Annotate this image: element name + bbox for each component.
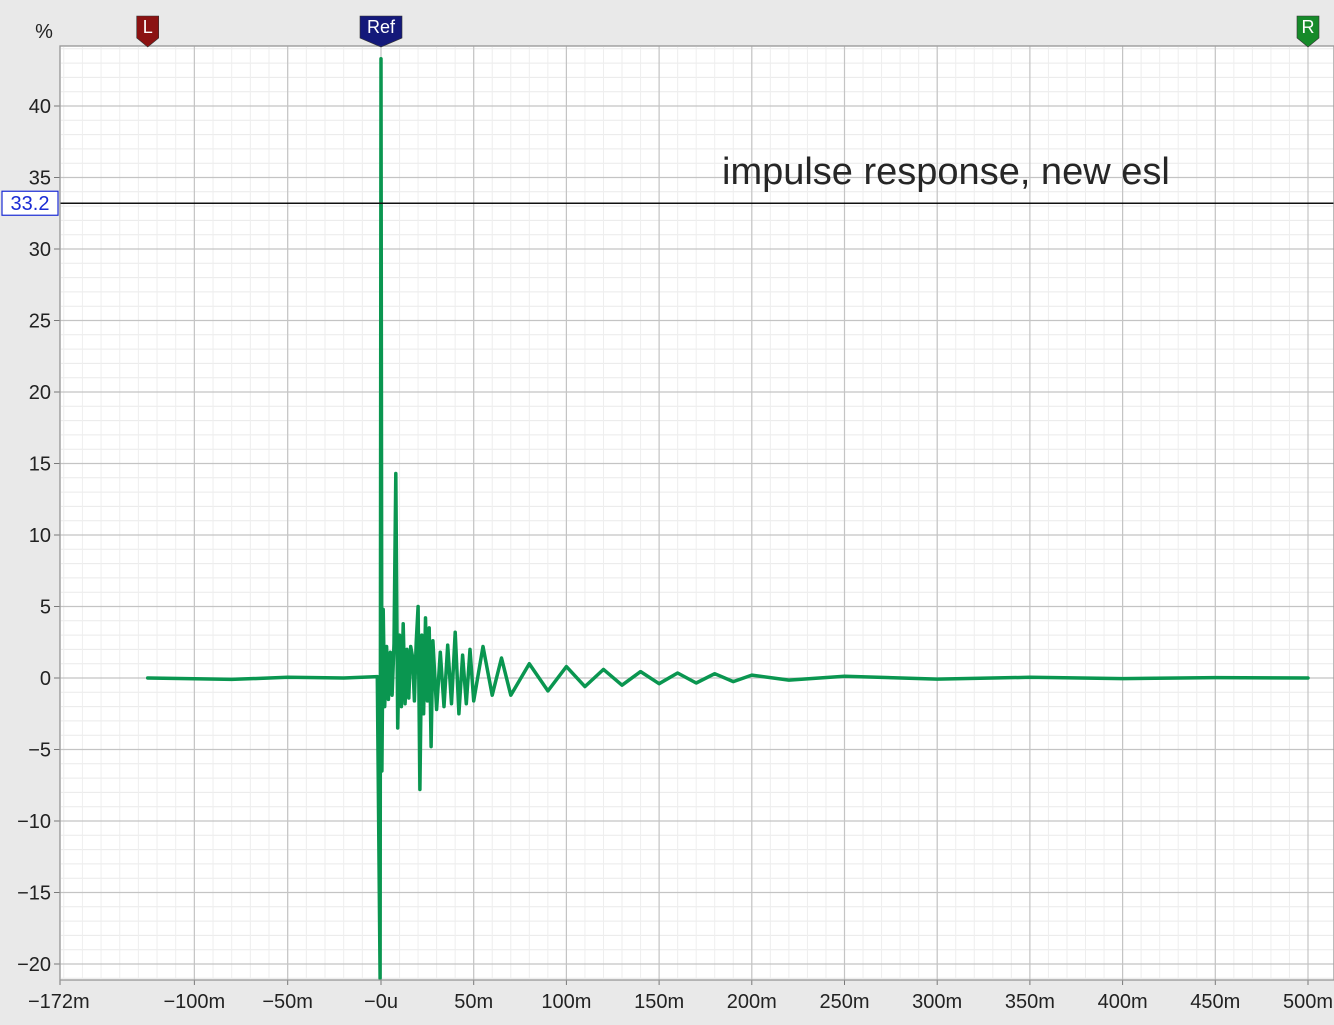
chart-canvas: 33.2 40 35 30 25 20 15 10 5 0 −5 −10 −15 −20 −172m −10… (0, 0, 1334, 1020)
y-tick-label: −5 (28, 740, 51, 762)
y-tick-label: 30 (29, 239, 51, 261)
chart-title: impulse response, new esl (722, 151, 1170, 193)
y-tick-label: 35 (29, 168, 51, 190)
x-tick-label: −0u (364, 991, 398, 1013)
x-tick-label: 100m (541, 991, 591, 1013)
x-tick-label: 400m (1098, 991, 1148, 1013)
y-tick-label: 40 (29, 96, 51, 118)
x-tick-label: 50m (454, 991, 493, 1013)
marker-right-label: R (1302, 17, 1315, 37)
x-tick-label: 200m (727, 991, 777, 1013)
x-tick-label: −100m (164, 991, 226, 1013)
marker-left-label: L (143, 17, 153, 37)
impulse-response-chart: 33.2 40 35 30 25 20 15 10 5 0 −5 −10 −15 −20 −172m −10… (0, 0, 1334, 1020)
y-tick-label: −20 (17, 954, 51, 976)
cursor-value-label: 33.2 (11, 193, 50, 215)
y-tick-label: 15 (29, 454, 51, 476)
y-tick-label: 20 (29, 382, 51, 404)
y-tick-label: 10 (29, 525, 51, 547)
x-tick-label: 500m (1283, 991, 1333, 1013)
y-tick-label: −10 (17, 811, 51, 833)
y-tick-label: 0 (40, 668, 51, 690)
y-tick-label: −15 (17, 883, 51, 905)
y-axis-unit-label: % (35, 21, 53, 43)
x-tick-label: 250m (819, 991, 869, 1013)
x-tick-label: 300m (912, 991, 962, 1013)
x-tick-label: −172m (28, 991, 90, 1013)
x-tick-label: 350m (1005, 991, 1055, 1013)
x-tick-label: −50m (262, 991, 313, 1013)
y-tick-label: 25 (29, 311, 51, 333)
marker-ref-label: Ref (367, 17, 396, 37)
x-tick-label: 150m (634, 991, 684, 1013)
x-tick-label: 450m (1190, 991, 1240, 1013)
y-tick-label: 5 (40, 597, 51, 619)
